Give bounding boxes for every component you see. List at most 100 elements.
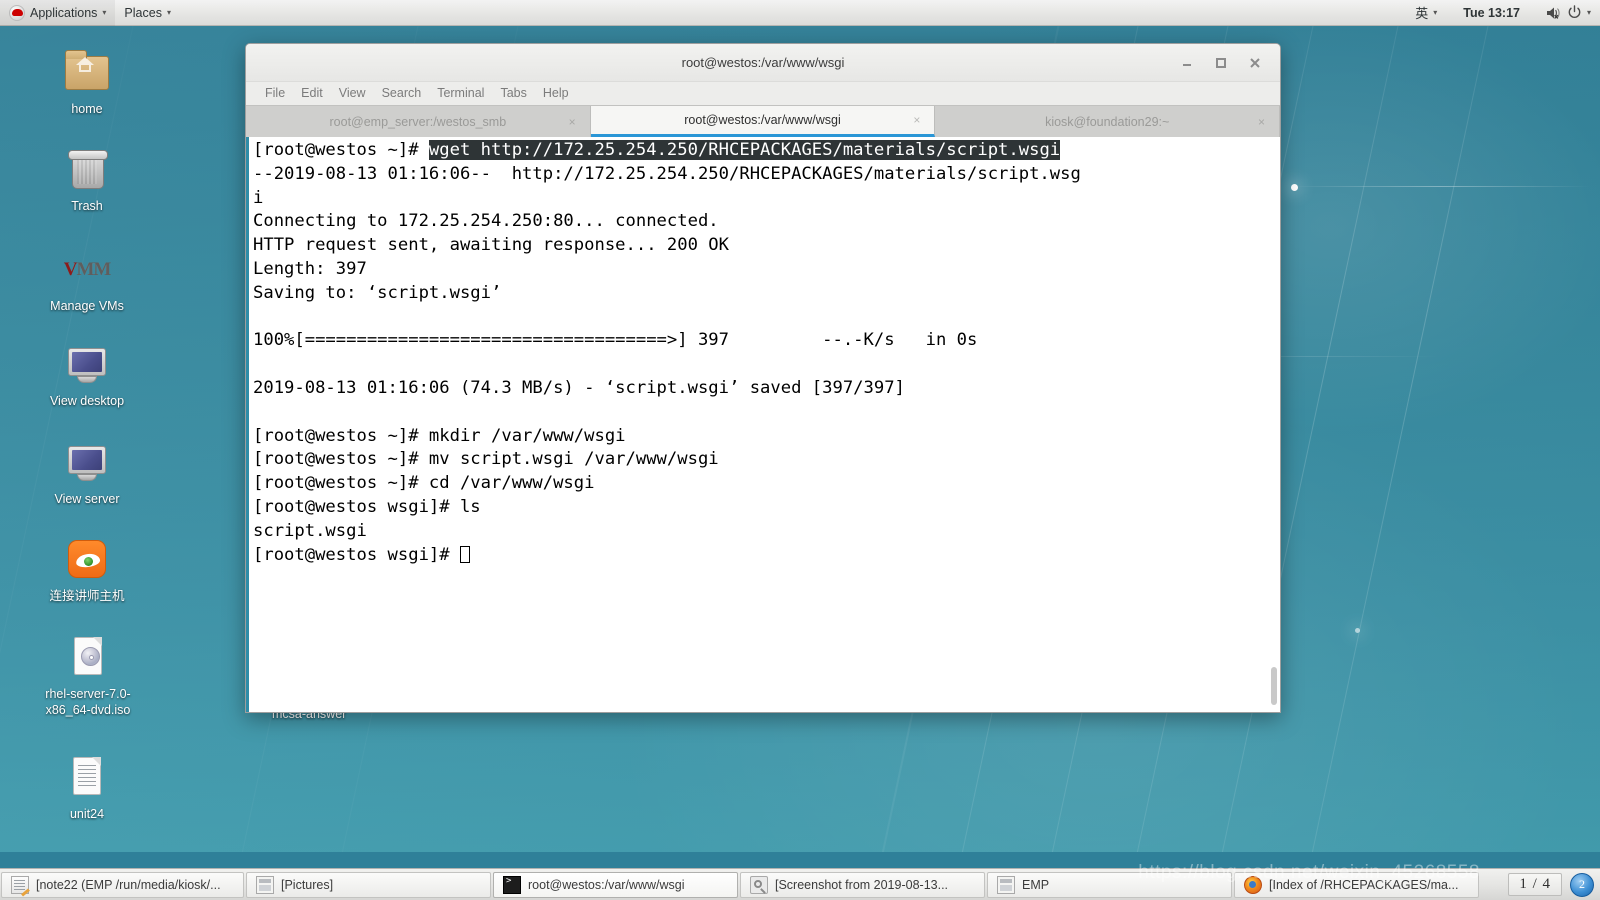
virt-manager-icon: VMM bbox=[63, 259, 112, 281]
window-titlebar[interactable]: root@westos:/var/www/wsgi bbox=[246, 44, 1280, 82]
terminal-line: script.wsgi bbox=[253, 520, 367, 541]
firefox-icon bbox=[1244, 875, 1262, 894]
image-viewer-icon bbox=[750, 875, 768, 894]
desktop-icon-unit24[interactable]: unit24 bbox=[35, 753, 139, 823]
minimize-icon[interactable] bbox=[1178, 54, 1196, 72]
taskbar-item-label: [note22 (EMP /run/media/kiosk/... bbox=[36, 877, 221, 892]
taskbar-item-label: root@westos:/var/www/wsgi bbox=[528, 877, 685, 892]
clock-label: Tue 13:17 bbox=[1463, 5, 1520, 20]
taskbar-item-emp[interactable]: EMP bbox=[987, 871, 1232, 898]
terminal-line: Length: 397 bbox=[253, 258, 367, 279]
applications-menu[interactable]: Applications ▾ bbox=[0, 0, 116, 26]
close-icon[interactable]: × bbox=[569, 115, 576, 129]
taskbar-item-pictures[interactable]: [Pictures] bbox=[246, 871, 491, 898]
taskbar-item-firefox[interactable]: [Index of /RHCEPACKAGES/ma... bbox=[1234, 871, 1479, 898]
tab-root-emp-server[interactable]: root@emp_server:/westos_smb × bbox=[246, 106, 591, 137]
taskbar-item-screenshot[interactable]: [Screenshot from 2019-08-13... bbox=[740, 871, 985, 898]
file-manager-icon bbox=[997, 875, 1015, 894]
menu-view[interactable]: View bbox=[331, 82, 374, 105]
terminal-line: Saving to: ‘script.wsgi’ bbox=[253, 282, 502, 303]
maximize-icon[interactable] bbox=[1212, 54, 1230, 72]
home-folder-icon bbox=[63, 48, 111, 96]
desktop-icon-label: Manage VMs bbox=[50, 299, 124, 313]
tab-bar: root@emp_server:/westos_smb × root@westo… bbox=[246, 105, 1280, 137]
desktop-icon-label: rhel-server-7.0-x86_64-dvd.iso bbox=[45, 687, 131, 717]
chevron-down-icon: ▾ bbox=[1586, 7, 1591, 17]
desktop-icon-home[interactable]: home bbox=[35, 48, 139, 118]
desktop-icon-label: 连接讲师主机 bbox=[49, 589, 125, 603]
terminal-icon bbox=[503, 875, 521, 894]
clock[interactable]: Tue 13:17 bbox=[1446, 0, 1537, 26]
taskbar-item-note22[interactable]: [note22 (EMP /run/media/kiosk/... bbox=[1, 871, 244, 898]
desktop-icon-label: Trash bbox=[71, 199, 103, 213]
taskbar-item-label: [Screenshot from 2019-08-13... bbox=[775, 877, 949, 892]
close-icon[interactable]: × bbox=[1258, 115, 1265, 129]
text-document-icon bbox=[63, 753, 111, 801]
terminal-prompt: [root@westos ~]# bbox=[253, 140, 429, 160]
desktop-icon-trash[interactable]: Trash bbox=[35, 145, 139, 215]
menu-terminal[interactable]: Terminal bbox=[429, 82, 492, 105]
speaker-muted-icon bbox=[1546, 6, 1562, 20]
terminal-line: [root@westos ~]# cd /var/www/wsgi bbox=[253, 473, 595, 494]
menu-search[interactable]: Search bbox=[374, 82, 430, 105]
window-controls bbox=[1178, 54, 1280, 72]
orange-app-icon bbox=[63, 535, 111, 583]
taskbar-item-label: EMP bbox=[1022, 877, 1050, 892]
places-menu-label: Places bbox=[124, 5, 162, 20]
taskbar: [note22 (EMP /run/media/kiosk/... [Pictu… bbox=[0, 868, 1600, 900]
tab-label: root@emp_server:/westos_smb bbox=[329, 114, 507, 129]
terminal-line: HTTP request sent, awaiting response... … bbox=[253, 235, 729, 256]
terminal-final-prompt: [root@westos wsgi]# bbox=[253, 544, 460, 565]
desktop-icon-label: View server bbox=[54, 492, 120, 506]
menubar: File Edit View Search Terminal Tabs Help bbox=[246, 82, 1280, 105]
terminal-scrollbar[interactable] bbox=[1271, 667, 1277, 705]
top-panel: Applications ▾ Places ▾ 英 ▾ Tue 13:17 ▾ bbox=[0, 0, 1600, 26]
terminal-cursor bbox=[459, 545, 470, 563]
tab-root-westos-wsgi[interactable]: root@westos:/var/www/wsgi × bbox=[590, 106, 936, 137]
workspace-switcher[interactable]: 1 / 4 2 bbox=[1508, 872, 1600, 897]
monitor-icon bbox=[63, 438, 111, 486]
terminal-line: 2019-08-13 01:16:06 (74.3 MB/s) - ‘scrip… bbox=[253, 377, 905, 398]
terminal-selected-command: wget http://172.25.254.250/RHCEPACKAGES/… bbox=[428, 140, 1061, 160]
taskbar-item-label: [Pictures] bbox=[281, 877, 334, 892]
redhat-logo-icon bbox=[9, 4, 25, 21]
tab-kiosk-foundation29[interactable]: kiosk@foundation29:~ × bbox=[935, 106, 1280, 137]
desktop-icon-label: View desktop bbox=[49, 394, 125, 408]
close-icon[interactable] bbox=[1246, 54, 1264, 72]
workspace-indicator[interactable]: 1 / 4 bbox=[1508, 873, 1562, 896]
menu-edit[interactable]: Edit bbox=[293, 82, 331, 105]
power-icon bbox=[1567, 5, 1582, 20]
terminal-line: Connecting to 172.25.254.250:80... conne… bbox=[253, 211, 719, 232]
terminal-line: 100%[===================================… bbox=[253, 330, 978, 351]
menu-tabs[interactable]: Tabs bbox=[492, 82, 534, 105]
desktop-icon-view-desktop[interactable]: View desktop bbox=[35, 340, 139, 410]
chevron-down-icon: ▾ bbox=[102, 7, 107, 17]
file-manager-icon bbox=[256, 875, 274, 894]
tab-label: kiosk@foundation29:~ bbox=[1045, 114, 1170, 129]
workspace-badge[interactable]: 2 bbox=[1570, 872, 1594, 897]
menu-help[interactable]: Help bbox=[535, 82, 577, 105]
terminal-line: [root@westos ~]# mkdir /var/www/wsgi bbox=[253, 425, 626, 446]
taskbar-item-label: [Index of /RHCEPACKAGES/ma... bbox=[1269, 877, 1459, 892]
desktop-icon-manage-vms[interactable]: VMM Manage VMs bbox=[35, 245, 139, 315]
menu-file[interactable]: File bbox=[257, 82, 293, 105]
desktop-icon-view-server[interactable]: View server bbox=[35, 438, 139, 508]
terminal-body[interactable]: [root@westos ~]# wget http://172.25.254.… bbox=[246, 137, 1280, 712]
terminal-line: [root@westos ~]# mv script.wsgi /var/www… bbox=[253, 449, 719, 470]
applications-menu-label: Applications bbox=[30, 5, 98, 20]
places-menu[interactable]: Places ▾ bbox=[115, 0, 180, 26]
terminal-line: --2019-08-13 01:16:06-- http://172.25.25… bbox=[253, 163, 1081, 184]
desktop-icon-label: unit24 bbox=[69, 807, 105, 821]
system-status-menu[interactable]: ▾ bbox=[1537, 0, 1600, 26]
chevron-down-icon: ▾ bbox=[166, 7, 171, 17]
desktop-icon-rhel-iso[interactable]: rhel-server-7.0-x86_64-dvd.iso bbox=[29, 633, 147, 718]
tab-label: root@westos:/var/www/wsgi bbox=[684, 113, 841, 127]
terminal-output: [root@westos ~]# wget http://172.25.254.… bbox=[249, 139, 1280, 712]
desktop-icon-label: home bbox=[71, 102, 103, 116]
terminal-window: root@westos:/var/www/wsgi File Edit View… bbox=[245, 43, 1281, 713]
desktop-icon-connect-instructor-host[interactable]: 连接讲师主机 bbox=[35, 535, 139, 605]
input-method-indicator[interactable]: 英 ▾ bbox=[1406, 0, 1446, 26]
close-icon[interactable]: × bbox=[913, 113, 920, 127]
taskbar-item-terminal[interactable]: root@westos:/var/www/wsgi bbox=[493, 871, 738, 898]
chevron-down-icon: ▾ bbox=[1433, 7, 1438, 17]
